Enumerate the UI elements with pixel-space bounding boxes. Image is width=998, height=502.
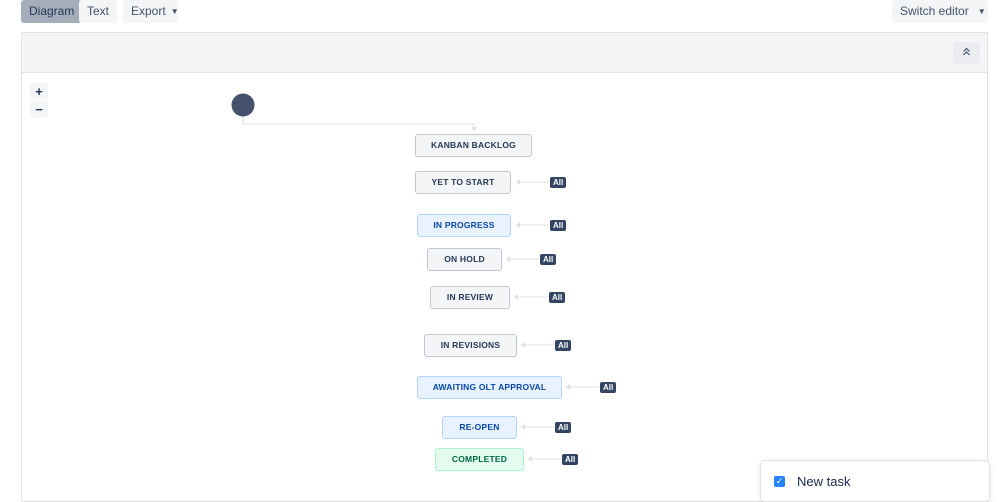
- transition-badge-in-review[interactable]: All: [549, 292, 566, 303]
- start-connector: [242, 116, 475, 131]
- arrow-head: [521, 342, 525, 348]
- transition-badge-yet-to-start[interactable]: All: [550, 177, 567, 188]
- arrow-head: [514, 294, 518, 300]
- arrow-head: [528, 456, 532, 462]
- workflow-diagram: [231, 93, 599, 462]
- status-yet-to-start[interactable]: YET TO START: [415, 171, 511, 194]
- status-re-open[interactable]: RE-OPEN: [442, 416, 517, 439]
- transition-badge-in-revisions[interactable]: All: [555, 340, 572, 351]
- new-task-card[interactable]: ✓ New task: [761, 461, 989, 501]
- arrow-head: [516, 222, 520, 228]
- status-awaiting-olt-approval[interactable]: AWAITING OLT APPROVAL: [417, 376, 562, 399]
- arrow-head: [471, 127, 477, 131]
- status-in-progress[interactable]: IN PROGRESS: [417, 214, 511, 237]
- start-node[interactable]: [231, 93, 255, 117]
- transition-badge-in-progress[interactable]: All: [550, 220, 567, 231]
- status-kanban-backlog[interactable]: KANBAN BACKLOG: [415, 134, 532, 157]
- transition-badge-completed[interactable]: All: [562, 454, 579, 465]
- arrow-head: [521, 424, 525, 430]
- arrow-head: [566, 384, 570, 390]
- status-in-review[interactable]: IN REVIEW: [430, 286, 510, 309]
- status-completed[interactable]: COMPLETED: [435, 448, 524, 471]
- status-on-hold[interactable]: ON HOLD: [427, 248, 502, 271]
- transition-badge-re-open[interactable]: All: [555, 422, 572, 433]
- arrow-head: [506, 256, 510, 262]
- checkbox-checked-icon: ✓: [774, 476, 785, 487]
- status-in-revisions[interactable]: IN REVISIONS: [424, 334, 517, 357]
- transition-badge-on-hold[interactable]: All: [540, 254, 557, 265]
- transition-badge-awaiting-olt-approval[interactable]: All: [600, 382, 617, 393]
- arrow-head: [516, 179, 520, 185]
